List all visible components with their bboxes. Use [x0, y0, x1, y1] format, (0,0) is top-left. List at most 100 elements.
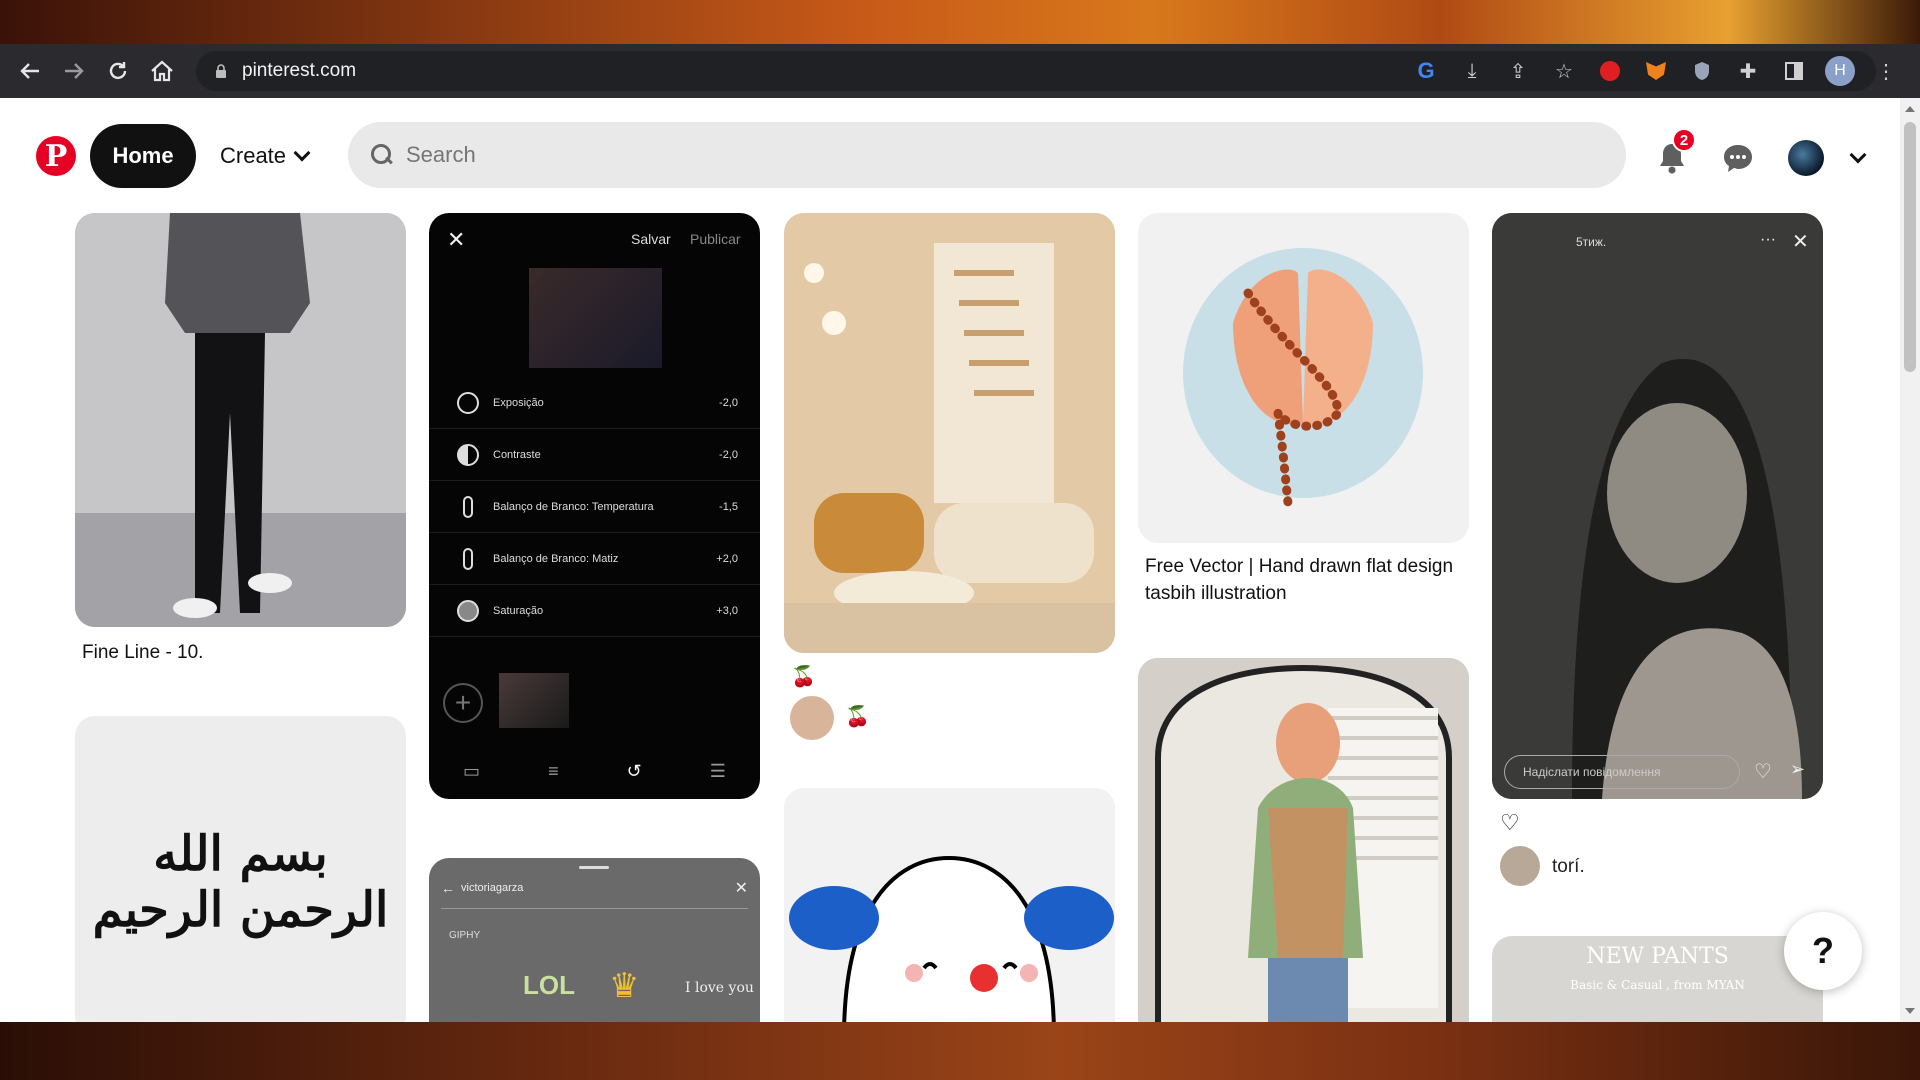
scroll-up-arrow-icon[interactable]: [1905, 106, 1915, 112]
pin-portrait-story[interactable]: 5тиж. ··· ✕ Надіслати повідомлення ♡ ➢: [1492, 213, 1823, 799]
reload-icon[interactable]: [98, 51, 138, 91]
search-input[interactable]: [406, 142, 1556, 168]
sliders-icon: ≡: [548, 761, 559, 781]
side-panel-icon[interactable]: [1778, 55, 1810, 87]
pants-subtitle: Basic & Casual , from MYAN: [1570, 978, 1745, 992]
thermometer-icon: [463, 547, 473, 570]
home-icon[interactable]: [142, 51, 182, 91]
history-icon: ↺: [626, 761, 642, 781]
top-nav: P Home Create 2: [0, 98, 1900, 216]
browser-toolbar: pinterest.com G ⤓ ⇪ ☆ ✚ H ⋮: [0, 44, 1920, 98]
close-icon: ✕: [447, 227, 466, 252]
bookmark-star-icon[interactable]: ☆: [1548, 55, 1580, 87]
pin-calligraphy[interactable]: بسم الله الرحمن الرحيم: [75, 716, 406, 1022]
messages-button[interactable]: [1716, 136, 1760, 180]
calligraphy-art: بسم الله الرحمن الرحيم: [92, 826, 389, 938]
more-icon: ···: [1760, 231, 1776, 248]
page-scrollbar[interactable]: [1900, 98, 1920, 1022]
author-avatar[interactable]: [1500, 846, 1540, 886]
pin-title: Free Vector | Hand drawn flat design tas…: [1145, 556, 1454, 604]
pin-interior[interactable]: [784, 213, 1115, 653]
pin-image: [1492, 213, 1823, 799]
back-icon[interactable]: [10, 51, 50, 91]
pin-tasbih-illustration[interactable]: [1138, 213, 1469, 543]
thermometer-icon: [463, 495, 473, 518]
contrast-icon: [457, 443, 479, 466]
account-menu-button[interactable]: [1836, 136, 1880, 180]
create-menu-button[interactable]: Create: [210, 124, 318, 188]
extensions-puzzle-icon[interactable]: ✚: [1732, 55, 1764, 87]
chat-bubble-icon: [1724, 145, 1752, 172]
user-avatar-button[interactable]: [1784, 136, 1828, 180]
edit-preview-photo: [529, 268, 662, 368]
help-button[interactable]: ?: [1784, 912, 1862, 990]
desktop-backdrop-top: [0, 0, 1920, 44]
pin-clown-doodle[interactable]: [784, 788, 1115, 1022]
sticker-love: I love you: [685, 980, 754, 996]
pants-title: NEW PANTS: [1586, 944, 1729, 969]
pin-image: [75, 213, 406, 627]
avatar: [1788, 140, 1824, 176]
extension-bar: G ⤓ ⇪ ☆ ✚ H ⋮: [1410, 51, 1902, 91]
adjust-row: Balanço de Branco: Matiz +2,0: [429, 533, 760, 585]
google-icon[interactable]: G: [1410, 55, 1442, 87]
pin-new-pants[interactable]: NEW PANTS Basic & Casual , from MYAN: [1492, 936, 1823, 1022]
pin-photo-edit-screen[interactable]: ✕ Salvar Publicar Exposição -2,0 Contras…: [429, 213, 760, 799]
back-arrow-icon: ←: [441, 880, 455, 896]
adjust-row: Saturação +3,0: [429, 585, 760, 637]
pin-image: [784, 788, 1115, 1022]
search-icon: [370, 143, 394, 167]
chevron-down-icon: [293, 144, 311, 162]
browser-menu-icon[interactable]: ⋮: [1870, 55, 1902, 87]
metamask-fox-icon[interactable]: [1640, 55, 1672, 87]
drag-handle: [579, 866, 609, 869]
send-icon: ➢: [1790, 759, 1806, 779]
scroll-down-arrow-icon[interactable]: [1905, 1008, 1915, 1014]
author-name[interactable]: torí.: [1552, 856, 1585, 878]
chevron-down-icon: [1849, 146, 1867, 164]
install-icon[interactable]: ⤓: [1456, 55, 1488, 87]
desktop-backdrop-bottom: [0, 1022, 1920, 1080]
avatar[interactable]: [790, 696, 834, 740]
pin-story-stickers[interactable]: ← victoriagarza ✕ GIPHY LOL ♛ I love you: [429, 858, 760, 1022]
exposure-icon: [457, 391, 479, 414]
shield-extension-icon[interactable]: [1686, 55, 1718, 87]
notification-count-badge: 2: [1672, 128, 1696, 152]
adblock-icon[interactable]: [1594, 55, 1626, 87]
search-bar[interactable]: [348, 122, 1626, 188]
list-icon: ☰: [709, 761, 726, 781]
time-ago: 5тиж.: [1576, 235, 1607, 249]
divider: [441, 908, 748, 909]
home-button[interactable]: Home: [90, 124, 196, 188]
save-heart-icon[interactable]: ♡: [1500, 810, 1520, 836]
pin-image: [784, 213, 1115, 653]
sticker-lol: LOL: [523, 970, 575, 1000]
adjust-row: Balanço de Branco: Temperatura -1,5: [429, 481, 760, 533]
saturation-icon: [457, 599, 479, 622]
share-icon[interactable]: ⇪: [1502, 55, 1534, 87]
create-label: Create: [220, 143, 287, 168]
pinterest-logo-icon[interactable]: P: [36, 136, 76, 176]
pin-fine-line[interactable]: [75, 213, 406, 627]
thumbnail-photo: [499, 673, 569, 728]
pin-title: Fine Line - 10.: [82, 642, 204, 663]
pinterest-page: P Home Create 2: [0, 98, 1920, 1022]
adjust-row: Contraste -2,0: [429, 429, 760, 481]
notifications-button[interactable]: 2: [1650, 128, 1696, 180]
layers-icon: ▭: [463, 761, 481, 781]
forward-icon[interactable]: [54, 51, 94, 91]
giphy-label: GIPHY: [449, 930, 481, 941]
publish-label: Publicar: [690, 231, 741, 247]
emoji-reaction: 🍒: [791, 666, 816, 688]
lock-icon: [216, 64, 226, 78]
pin-mirror-selfie[interactable]: [1138, 658, 1469, 1022]
profile-avatar[interactable]: H: [1824, 55, 1856, 87]
scrollbar-thumb[interactable]: [1904, 122, 1916, 372]
close-icon: ✕: [734, 880, 748, 897]
reply-field: Надіслати повідомлення: [1504, 755, 1740, 789]
story-username: victoriagarza: [461, 882, 524, 894]
bottom-tool-icons: ▭ ≡ ↺ ☰: [429, 761, 760, 782]
emoji-reaction: 🍒: [845, 706, 870, 728]
pin-image: [1138, 658, 1469, 1022]
pin-image: [1138, 213, 1469, 543]
